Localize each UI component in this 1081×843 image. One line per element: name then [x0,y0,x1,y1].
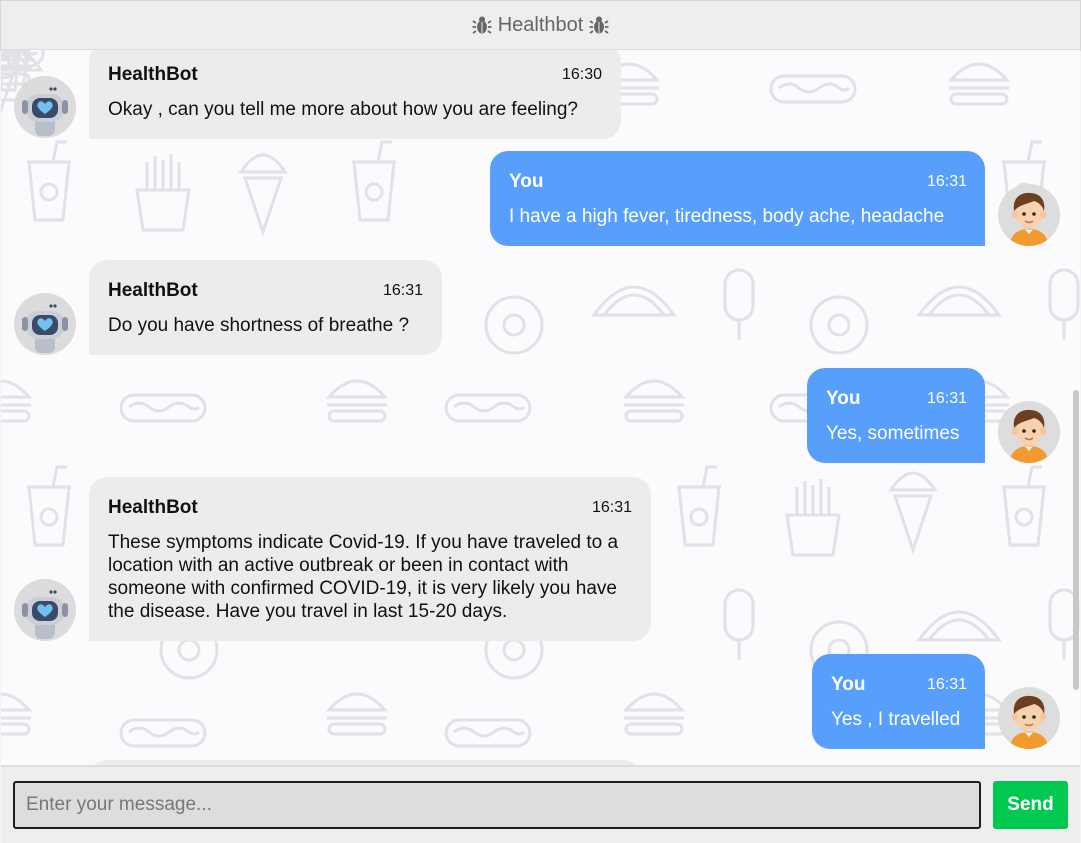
user-message-bubble: You 16:31 Yes, sometimes [807,368,985,463]
bot-avatar-icon [14,76,76,138]
chat-scrollbar[interactable] [1073,390,1079,690]
user-avatar-icon [998,401,1060,463]
chat-header: Healthbot [0,0,1081,51]
chat-title: Healthbot [497,13,584,36]
message-text: I have a high fever, tiredness, body ach… [509,206,945,227]
message-sender: HealthBot [108,497,198,518]
user-avatar-icon [998,687,1060,749]
message-text: Yes , I travelled [831,709,961,730]
bot-avatar-icon [14,579,76,641]
message-sender: You [509,171,544,192]
message-time: 16:31 [926,676,967,693]
message-text: Do you have shortness of breathe ? [108,315,410,336]
message-text: Okay , can you tell me more about how yo… [108,99,578,120]
message-time: 16:31 [926,173,967,190]
bot-message-bubble: HealthBot 16:31 These symptoms indicate C… [89,477,651,641]
user-message-bubble: You 16:31 I have a high fever, tiredness,… [490,151,985,246]
message-input-bar: Send [1,765,1080,843]
bug-icon [471,15,492,35]
bot-avatar-icon [14,293,76,355]
bot-message-bubble: HealthBot 16:31 Do you have shortness of … [89,260,442,355]
message-time: 16:31 [591,499,632,516]
bot-message-bubble: HealthBot 16:30 Okay , can you tell me mo… [89,50,621,139]
user-avatar-icon [998,184,1060,246]
message-time: 16:31 [926,390,967,407]
message-text: Yes, sometimes [826,423,960,444]
bug-icon [589,15,610,35]
message-input[interactable] [13,781,981,829]
message-sender: HealthBot [108,280,198,301]
message-text: These symptoms indicate Covid-19. If you… [108,532,619,622]
chat-area[interactable]: HealthBot 16:30 Okay , can you tell me mo… [1,50,1080,765]
user-message-bubble: You 16:31 Yes , I travelled [812,654,985,749]
message-sender: You [826,388,861,409]
send-button[interactable]: Send [993,781,1068,829]
message-sender: You [831,674,866,695]
message-time: 16:30 [561,66,602,83]
message-time: 16:31 [382,282,423,299]
message-sender: HealthBot [108,64,198,85]
